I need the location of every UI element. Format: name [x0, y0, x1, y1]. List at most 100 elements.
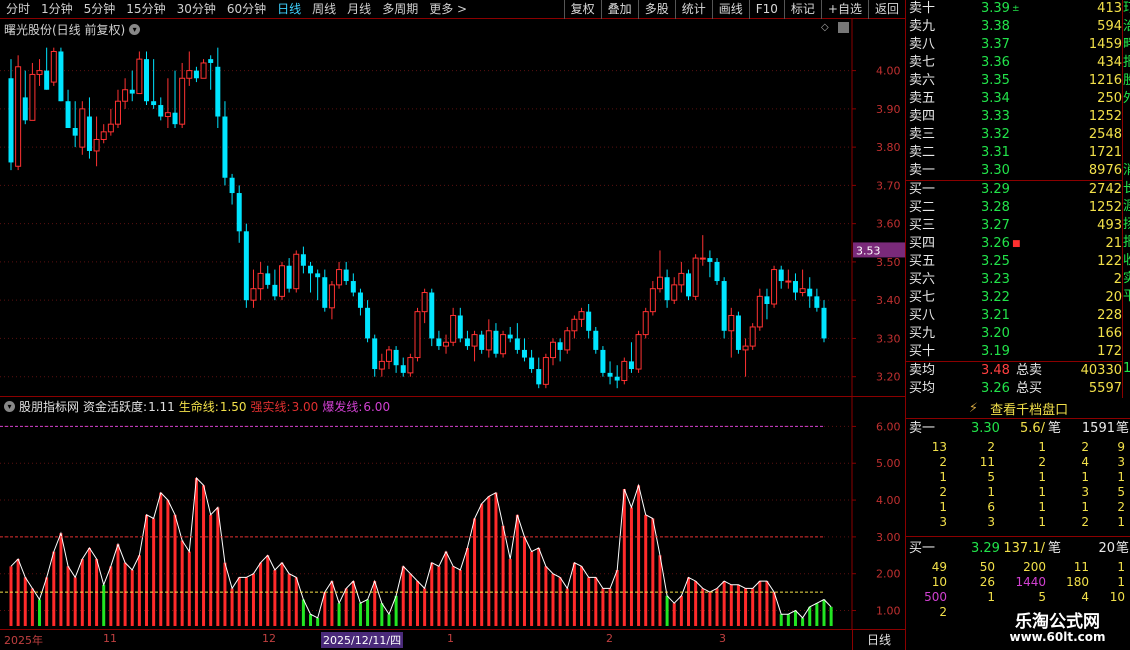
level-label: 卖七 [909, 55, 936, 70]
level-price: 3.33 [981, 109, 1010, 124]
bid-level[interactable]: 买八 3.21 228 [906, 307, 1122, 325]
candle [656, 250, 663, 293]
level2-row-count-unit: 笔 [1115, 541, 1129, 556]
stock-title[interactable]: 曙光股份(日线 前复权) [4, 21, 125, 38]
indicator-bar [615, 570, 619, 626]
bid-level[interactable]: 买五 3.25 122 [906, 253, 1122, 271]
indicator-bar [565, 588, 569, 626]
queue-cell: 180 [1066, 575, 1089, 589]
candle-body [742, 345, 749, 351]
side-news-strip[interactable]: 玎治畔报股外消长涯扬报收实平1 [1122, 0, 1130, 398]
candle-body [778, 269, 784, 282]
candle [222, 101, 228, 186]
candle [158, 97, 164, 121]
level-label: 卖二 [909, 145, 936, 160]
queue-cell: 3 [1117, 455, 1125, 469]
level-volume: 2 [1113, 272, 1122, 287]
bid-level[interactable]: 买七 3.22 20 [906, 289, 1122, 307]
candle [357, 288, 363, 316]
level2-header[interactable]: ⚡ 查看千档盘口 [906, 398, 1130, 418]
indicator-bar [822, 599, 826, 626]
candle [29, 62, 36, 121]
candle-body [764, 296, 770, 304]
candle [699, 235, 706, 266]
candle [265, 265, 271, 289]
chevron-down-icon[interactable]: ▾ [129, 24, 141, 35]
bid-level[interactable]: 买十 3.19 172 [906, 343, 1122, 361]
ask-level[interactable]: 卖七 3.36 434 [906, 54, 1122, 72]
candle [686, 269, 691, 301]
candle-body [578, 311, 585, 320]
level-volume: 122 [1097, 254, 1122, 269]
bid-level[interactable]: 买九 3.20 166 [906, 325, 1122, 343]
indicator-bar [608, 588, 612, 626]
candle-body [735, 315, 741, 350]
candle [436, 330, 442, 350]
date-axis-label: 2 [606, 632, 613, 645]
ask-level[interactable]: 卖九 3.38 594 [906, 18, 1122, 36]
date-axis-cursor-label: 2025/12/11/四 [321, 632, 404, 648]
candle [328, 281, 335, 320]
diamond-icon[interactable]: ◇ [821, 22, 829, 33]
candle-body [286, 265, 292, 289]
candle-body [557, 342, 563, 350]
candle [50, 47, 57, 86]
ask-level[interactable]: 卖六 3.35 1216 [906, 72, 1122, 90]
bid-level[interactable]: 买三 3.27 493 [906, 217, 1122, 235]
side-strip-glyph: 畔 [1123, 36, 1130, 54]
ask-level[interactable]: 卖十 3.39 ±413 [906, 0, 1122, 18]
candle-body [293, 253, 300, 290]
candle-body [300, 254, 306, 266]
indicator-name[interactable]: 股朋指标网 [19, 398, 79, 415]
candle-body [58, 51, 64, 102]
candle [671, 277, 678, 304]
candle [721, 277, 727, 339]
candle [8, 59, 14, 171]
candle [400, 357, 406, 377]
candle [507, 326, 513, 343]
candle-body [22, 97, 28, 121]
ask-level[interactable]: 卖四 3.33 1252 [906, 108, 1122, 126]
ask-level[interactable]: 卖五 3.34 250 [906, 90, 1122, 108]
summary-label: 买均 [909, 381, 936, 396]
candle [286, 258, 292, 293]
indicator-bar [572, 562, 576, 626]
ask-level[interactable]: 卖三 3.32 2548 [906, 126, 1122, 144]
ask-level[interactable]: 卖八 3.37 1459 [906, 36, 1122, 54]
level-price: 3.19 [981, 344, 1010, 359]
bid-level[interactable]: 买四 3.26 ■ 21 [906, 235, 1122, 253]
date-axis-label: 11 [103, 632, 117, 645]
candle-body [215, 66, 221, 117]
bid-level[interactable]: 买六 3.23 2 [906, 271, 1122, 289]
indicator-bar [166, 500, 170, 626]
bid-level[interactable]: 买二 3.28 1252 [906, 199, 1122, 217]
period-label[interactable]: 日线 [852, 629, 905, 650]
indicator-bar [580, 566, 584, 626]
ask-level[interactable]: 卖一 3.30 8976 [906, 162, 1122, 180]
chevron-down-icon[interactable]: ▾ [4, 401, 15, 412]
side-strip-glyph: 玎 [1123, 0, 1130, 18]
candle-body [100, 131, 107, 140]
candle [578, 307, 585, 327]
bid-level[interactable]: 买一 3.29 2742 [906, 181, 1122, 199]
level-label: 买二 [909, 200, 936, 215]
indicator-bar [109, 566, 113, 626]
kline-chart[interactable]: 4.00 3.90 3.80 3.70 3.60 3.50 3.40 3.30 3.20 3.53… [0, 0, 905, 650]
level2-row-count-unit: 笔 [1115, 421, 1129, 436]
candle-body [792, 281, 798, 293]
candle-body [542, 357, 549, 385]
indicator-bar [444, 551, 448, 626]
ask-level[interactable]: 卖二 3.31 1721 [906, 144, 1122, 162]
level-price: 3.23 [981, 272, 1010, 287]
candle [186, 51, 193, 86]
queue-cell: 1 [1038, 470, 1046, 484]
window-toggle-icon[interactable] [838, 22, 849, 33]
indicator-bar [180, 540, 184, 626]
queue-cell: 4 [1081, 455, 1089, 469]
candle-body [15, 66, 22, 167]
queue-cell: 2 [939, 455, 947, 469]
candle [542, 353, 549, 389]
indicator-bar [408, 573, 412, 626]
level2-row-avg: 137.1/ [1003, 541, 1045, 556]
indicator-bar [251, 573, 255, 626]
